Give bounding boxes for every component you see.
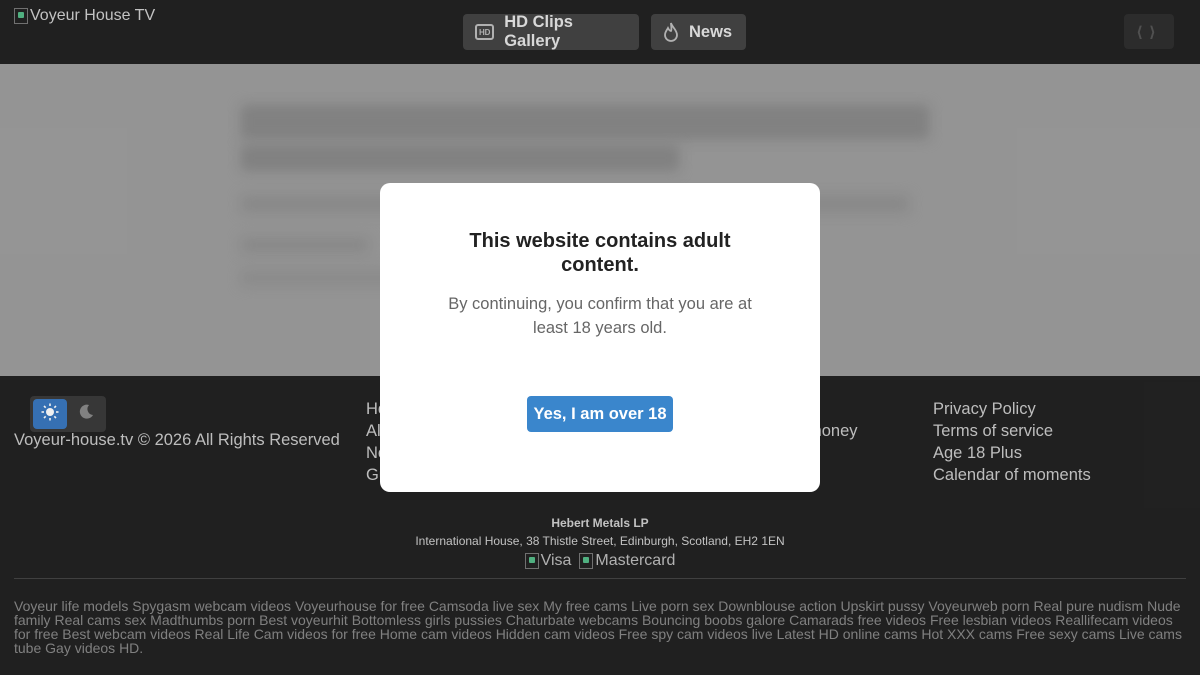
confirm-age-button[interactable]: Yes, I am over 18 [527, 396, 673, 432]
modal-title: This website contains adult content. [469, 230, 731, 276]
modal-description: By continuing, you confirm that you are … [448, 295, 752, 337]
age-verification-modal: This website contains adult content. By … [380, 183, 820, 492]
